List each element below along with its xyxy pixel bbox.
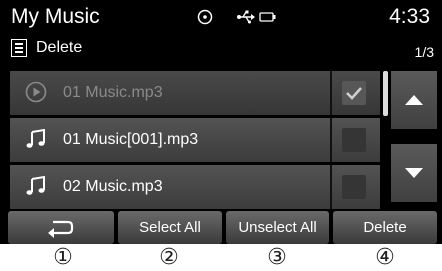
title-bar: My Music 4:33 [0,0,442,36]
list-item[interactable]: 01 Music.mp3 [10,71,380,115]
page-indicator: 1/3 [414,44,434,60]
back-button[interactable] [8,211,114,244]
row-divider [330,118,332,162]
delete-button[interactable]: Delete [333,211,437,244]
music-screen: My Music 4:33 Delete 1/3 01 Music.mp3 01… [0,0,442,244]
triangle-up-icon [405,95,423,105]
app-title: My Music [11,5,100,28]
disc-icon [197,9,213,25]
list-item-label: 01 Music.mp3 [63,84,163,101]
row-divider [330,165,332,209]
callout-2: ② [159,245,179,270]
list-item[interactable]: 01 Music[001].mp3 [10,118,380,162]
clock: 4:33 [389,5,430,28]
file-list: 01 Music.mp3 01 Music[001].mp3 02 Music.… [10,71,380,212]
mode-label: Delete [36,39,83,56]
battery-icon [259,12,276,22]
action-bar: Select All Unselect All Delete [0,211,442,244]
play-circle-icon [25,81,47,103]
callout-3: ③ [267,245,287,270]
callout-1: ① [53,245,73,270]
triangle-down-icon [405,168,423,178]
music-note-icon [26,128,45,148]
unselect-all-button[interactable]: Unselect All [226,211,329,244]
music-note-icon [26,175,45,195]
checkmark-icon [346,87,362,100]
list-item[interactable]: 02 Music.mp3 [10,165,380,209]
list-menu-icon [11,39,27,57]
list-item-label: 02 Music.mp3 [63,178,163,195]
back-arrow-icon [48,220,74,238]
list-item-label: 01 Music[001].mp3 [63,131,199,148]
callout-labels: ① ② ③ ④ [0,246,442,271]
scrollbar-thumb[interactable] [383,71,388,116]
item-checkbox[interactable] [342,175,366,199]
mode-bar: Delete 1/3 [0,36,442,64]
callout-4: ④ [375,245,395,270]
select-all-button[interactable]: Select All [118,211,222,244]
row-divider [330,71,332,115]
item-checkbox[interactable] [342,81,366,105]
scroll-down-button[interactable] [391,144,437,202]
usb-icon [237,10,255,24]
scroll-up-button[interactable] [391,71,437,129]
item-checkbox[interactable] [342,128,366,152]
